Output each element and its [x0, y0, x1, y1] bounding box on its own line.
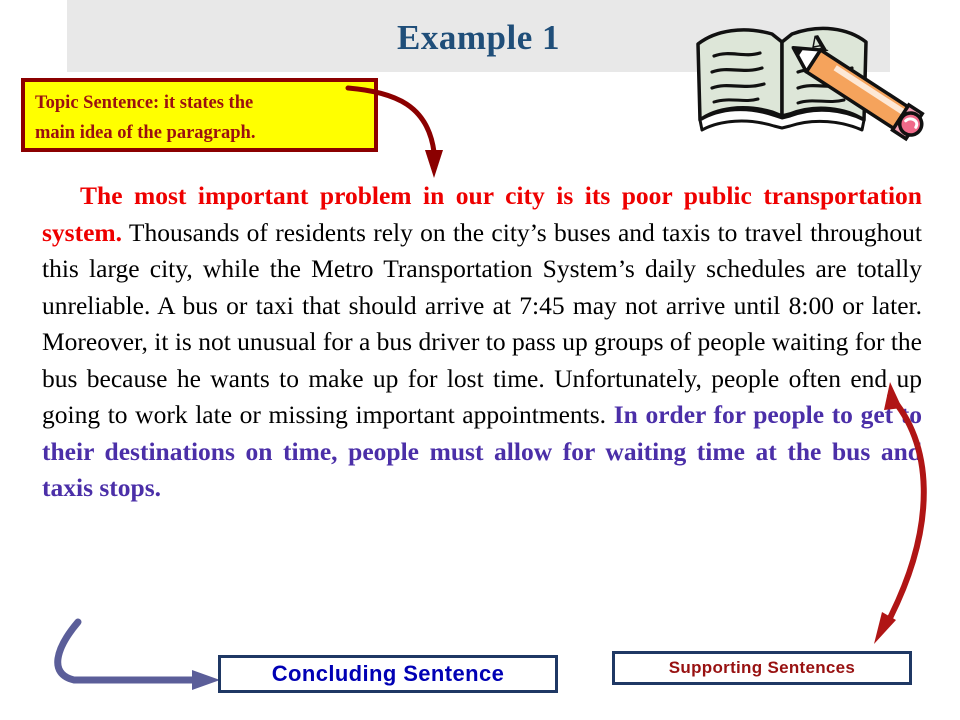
- concluding-sentence-label: Concluding Sentence: [271, 661, 505, 686]
- concluding-sentence-label-box: Concluding Sentence: [218, 655, 558, 693]
- callout-line-2: main idea of the paragraph.: [35, 123, 256, 143]
- concluding-sentence-arrow: [54, 618, 220, 690]
- topic-sentence-callout: Topic Sentence: it states the main idea …: [21, 78, 378, 152]
- callout-line-1: Topic Sentence: it states the: [35, 93, 254, 113]
- open-book-and-pencil-icon: A: [686, 8, 936, 148]
- supporting-sentences-text: Thousands of residents rely on the city’…: [42, 217, 922, 430]
- supporting-sentences-label: Supporting Sentences: [668, 658, 856, 677]
- paragraph-body: The most important problem in our city i…: [42, 178, 922, 507]
- supporting-sentences-label-box: Supporting Sentences: [612, 651, 912, 685]
- slide-canvas: Example 1 A Topic Sentence: it states th…: [0, 0, 960, 720]
